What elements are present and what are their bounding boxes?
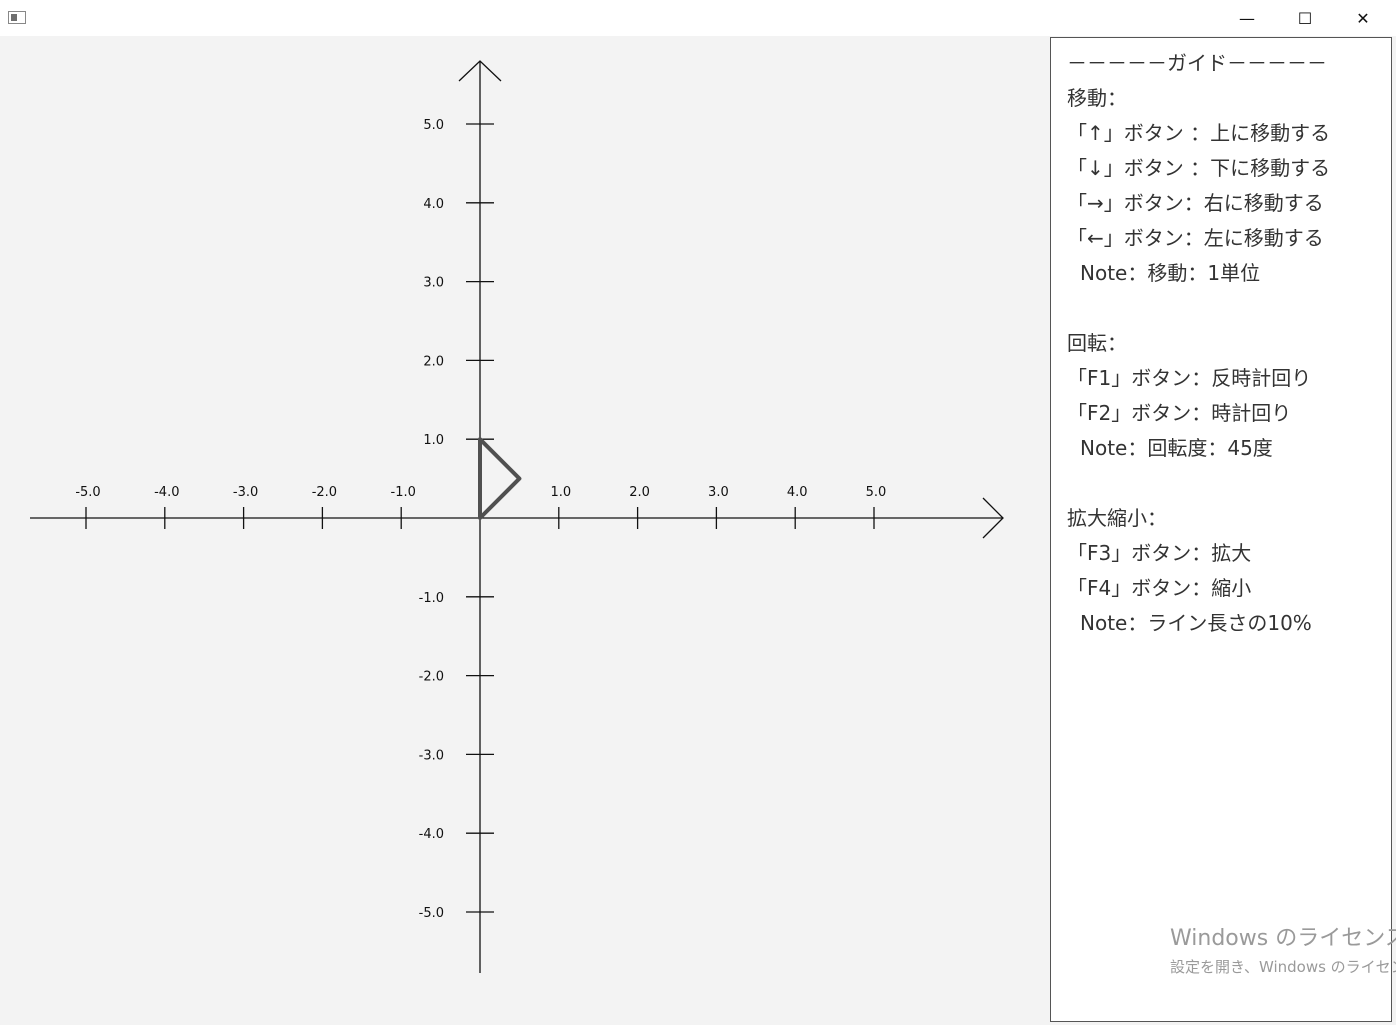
title-bar: — ☐ ✕ [0,0,1396,36]
y-tick-label: 5.0 [423,118,444,133]
guide-line: 「F4」ボタン：縮小 [1067,576,1252,600]
x-tick-label: -4.0 [154,485,179,500]
watermark-subtitle: 設定を開き、Windows のライセンス認証を行ってください。 [1170,958,1396,976]
guide-line [1067,291,1391,326]
drawing-canvas[interactable]: -5.0 -4.0 -3.0 -2.0 -1.0 1.0 2.0 3.0 4.0 5.0 5.0 4.… [0,37,1050,1025]
guide-line: 「↑」ボタン ：上に移動する [1067,121,1331,145]
y-tick-label: 1.0 [423,433,444,448]
x-tick-label: 5.0 [866,485,887,500]
guide-line: Note：移動：1単位 [1080,261,1261,285]
minimize-button[interactable]: — [1218,0,1276,36]
maximize-button[interactable]: ☐ [1276,0,1334,36]
y-tick-label: -2.0 [419,670,444,685]
coordinate-plot: -5.0 -4.0 -3.0 -2.0 -1.0 1.0 2.0 3.0 4.0 5.0 5.0 4.… [30,60,1004,973]
y-tick-label: -3.0 [419,748,444,763]
guide-line: 回転： [1067,331,1127,355]
x-tick-label: 3.0 [708,485,729,500]
x-tick-label: 2.0 [629,485,650,500]
minimize-icon: — [1239,8,1255,28]
app-icon[interactable] [8,11,26,24]
close-button[interactable]: ✕ [1334,0,1392,36]
maximize-icon: ☐ [1297,8,1313,28]
y-tick-label: 4.0 [423,197,444,212]
close-icon: ✕ [1356,8,1370,28]
x-tick-label: -1.0 [391,485,416,500]
guide-line [1067,466,1391,501]
guide-line: 「←」ボタン：左に移動する [1067,226,1324,250]
y-tick-label: -4.0 [419,827,444,842]
x-tick-label: 4.0 [787,485,808,500]
guide-line: 移動： [1067,86,1127,110]
guide-line: 「F1」ボタン：反時計回り [1067,366,1312,390]
activation-watermark: Windows のライセンス認証 設定を開き、Windows のライセンス認証を… [1170,924,1396,984]
x-tick-label: -2.0 [312,485,337,500]
guide-line: －－－－－ガイド－－－－－ [1067,51,1327,75]
guide-line: 「F2」ボタン：時計回り [1067,401,1292,425]
x-tick-label: -3.0 [233,485,258,500]
guide-line: 「→」ボタン：右に移動する [1067,191,1324,215]
guide-panel: －－－－－ガイド－－－－－ 移動： 「↑」ボタン ：上に移動する 「↓」ボタン ：下に… [1050,37,1392,1022]
guide-line: 「↓」ボタン ：下に移動する [1067,156,1331,180]
triangle-shape [478,437,522,520]
watermark-title: Windows のライセンス認証 [1170,926,1396,951]
x-tick-label: 1.0 [550,485,571,500]
guide-line: Note：回転度：45度 [1080,436,1273,460]
guide-line: 拡大縮小： [1067,506,1167,530]
y-tick-label: -5.0 [419,906,444,921]
guide-line: 「F3」ボタン：拡大 [1067,541,1252,565]
x-tick-label: -5.0 [75,485,100,500]
y-tick-label: -1.0 [419,591,444,606]
guide-line: Note：ライン長さの10% [1080,611,1312,635]
y-tick-label: 2.0 [423,354,444,369]
guide-lines: －－－－－ガイド－－－－－ 移動： 「↑」ボタン ：上に移動する 「↓」ボタン ：下に… [1067,46,1391,641]
y-tick-label: 3.0 [423,276,444,291]
